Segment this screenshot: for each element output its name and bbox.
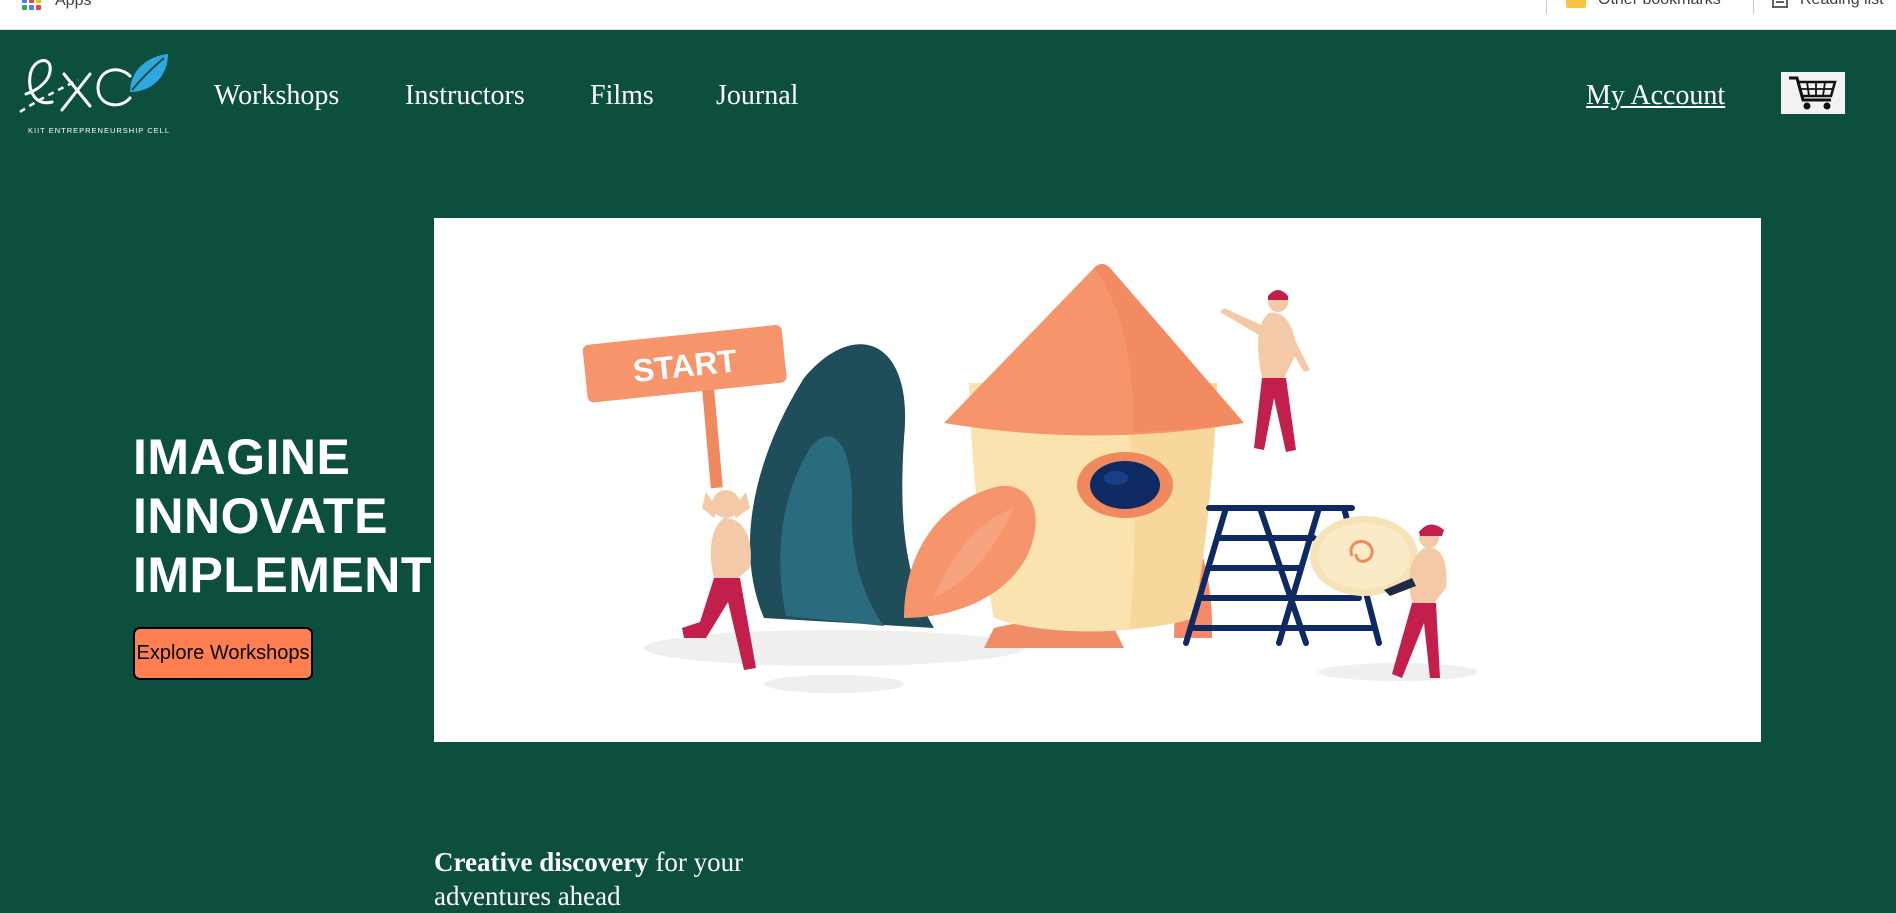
- rocket-startup-illustration: START: [582, 264, 1478, 693]
- ecell-logo[interactable]: KIIT ENTREPRENEURSHIP CELL: [18, 50, 170, 138]
- tagline-bold: Creative discovery: [434, 847, 649, 877]
- nav-films[interactable]: Films: [590, 78, 654, 114]
- other-bookmarks-label: Other bookmarks: [1598, 0, 1721, 9]
- folder-icon: [1566, 0, 1586, 8]
- explore-workshops-button[interactable]: Explore Workshops: [133, 627, 313, 680]
- apps-shortcut[interactable]: Apps: [22, 0, 91, 10]
- my-account-link[interactable]: My Account: [1586, 78, 1725, 114]
- bookmarks-bar: Apps Other bookmarks Reading list: [0, 0, 1896, 30]
- hero-heading: IMAGINE INNOVATE IMPLEMENT: [133, 428, 432, 605]
- hero-line-imagine: IMAGINE: [133, 429, 351, 485]
- hero-line-innovate: INNOVATE: [133, 488, 388, 544]
- reading-list-icon: [1772, 0, 1788, 8]
- bookmarks-divider: [1546, 0, 1547, 14]
- reading-list-button[interactable]: Reading list: [1772, 0, 1884, 9]
- nav-journal[interactable]: Journal: [716, 78, 798, 114]
- shopping-cart-icon: [1789, 76, 1837, 110]
- ecell-logo-mark: [19, 54, 168, 114]
- nav-workshops[interactable]: Workshops: [214, 78, 339, 114]
- logo-subtitle: KIIT ENTREPRENEURSHIP CELL: [28, 126, 171, 135]
- cart-button[interactable]: [1781, 72, 1845, 114]
- tagline: Creative discovery for your adventures a…: [434, 845, 794, 913]
- apps-grid-icon: [22, 0, 41, 10]
- apps-label: Apps: [55, 0, 92, 9]
- nav-instructors[interactable]: Instructors: [405, 78, 525, 114]
- reading-list-label: Reading list: [1800, 0, 1884, 9]
- hero-line-implement: IMPLEMENT: [133, 547, 432, 603]
- bookmarks-divider: [1753, 0, 1754, 14]
- hero-illustration: START: [434, 218, 1761, 742]
- other-bookmarks-button[interactable]: Other bookmarks: [1566, 0, 1721, 9]
